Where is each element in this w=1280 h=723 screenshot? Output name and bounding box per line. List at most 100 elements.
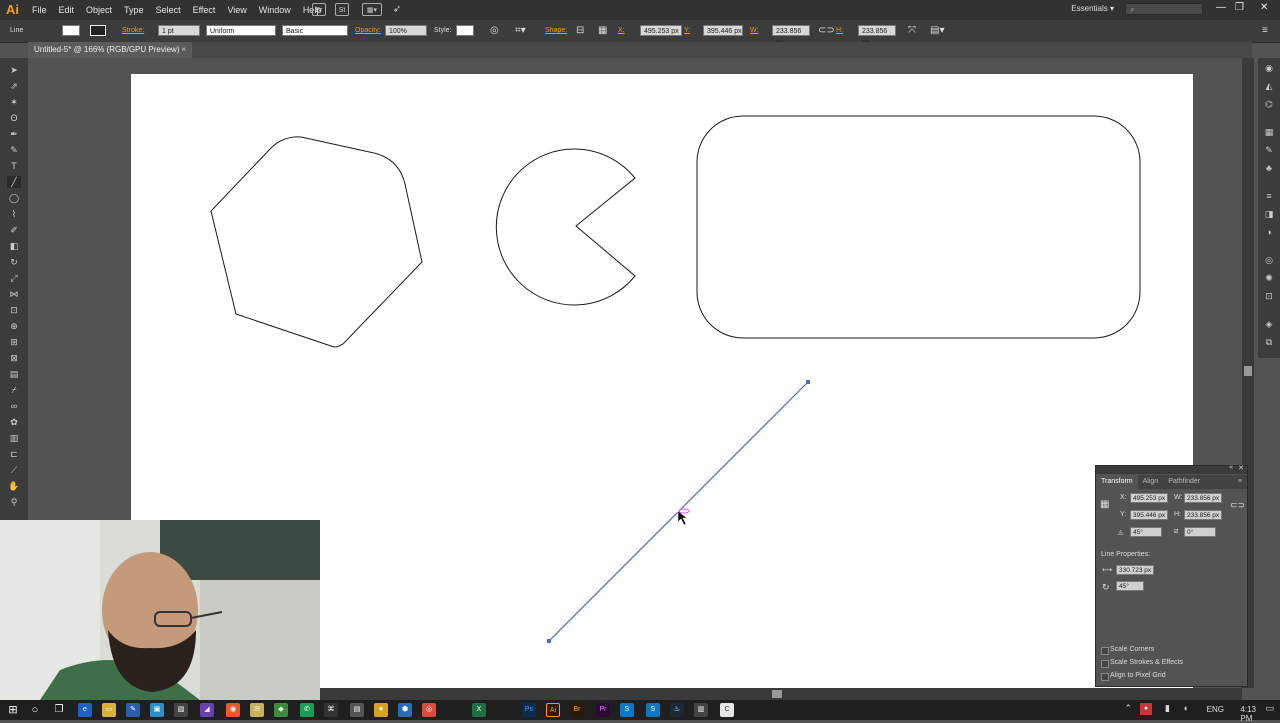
stroke-swatch[interactable]	[90, 25, 106, 36]
app-icon-4[interactable]: ◆	[274, 703, 288, 717]
restore-icon[interactable]: ❐	[1235, 2, 1244, 13]
menu-type[interactable]: Type	[118, 0, 150, 20]
search-input[interactable]: ⌕	[1125, 3, 1203, 15]
close-panel-icon[interactable]: ✕	[1238, 464, 1244, 472]
y-field[interactable]: 395.446 px	[703, 25, 743, 36]
shear-field[interactable]: 0°	[1184, 527, 1216, 537]
isolate-icon[interactable]: ⌗▾	[515, 24, 526, 38]
minimize-icon[interactable]: —	[1216, 2, 1226, 13]
volume-icon[interactable]: ◖	[1183, 703, 1188, 713]
vertical-scroll-thumb[interactable]	[1244, 366, 1252, 376]
direct-selection-tool-icon[interactable]: ⇗	[7, 80, 21, 92]
firefox-icon[interactable]: ◉	[226, 703, 240, 717]
horizontal-scrollbar[interactable]	[320, 688, 1242, 700]
perspective-grid-tool-icon[interactable]: ⊞	[7, 336, 21, 348]
brushes-icon[interactable]: ✎	[1263, 144, 1275, 156]
slice-tool-icon[interactable]: ⟋	[7, 464, 21, 476]
bridge-taskbar-icon[interactable]: Br	[570, 703, 584, 717]
w-field[interactable]: 233.856 px	[772, 25, 810, 46]
curvature-tool-icon[interactable]: ✎	[7, 144, 21, 156]
constrain-link-icon[interactable]: ⊂⊃	[818, 24, 835, 38]
network-icon[interactable]: ▮	[1165, 703, 1170, 714]
reference-point-icon[interactable]: ▦	[1100, 499, 1109, 510]
ellipse-tool-icon[interactable]: ◯	[7, 192, 21, 204]
recolor-artwork-icon[interactable]: ◎	[490, 24, 499, 38]
photoshop-icon[interactable]: Ps	[522, 703, 536, 717]
app-icon-8[interactable]: ⬢	[398, 703, 412, 717]
excel-icon[interactable]: X	[472, 703, 486, 717]
tray-chevron-icon[interactable]: ⌃	[1124, 703, 1132, 714]
lasso-tool-icon[interactable]: ʘ	[7, 112, 21, 124]
document-tab[interactable]: Untitled-5* @ 166% (RGB/GPU Preview) ×	[28, 42, 192, 58]
control-menu-icon[interactable]: ≡	[1262, 24, 1268, 38]
stroke-label[interactable]: Stroke:	[122, 24, 144, 38]
skype-icon[interactable]: S	[620, 703, 634, 717]
line-segment-tool-icon[interactable]: ╱	[7, 176, 21, 188]
graphic-styles-icon[interactable]: ◎	[1263, 254, 1275, 266]
premiere-icon[interactable]: Pr	[596, 703, 610, 717]
store-icon[interactable]: ▣	[150, 703, 164, 717]
app-icon-7[interactable]: ★	[374, 703, 388, 717]
menu-select[interactable]: Select	[150, 0, 187, 20]
eraser-tool-icon[interactable]: ◧	[7, 240, 21, 252]
stroke-weight-field[interactable]: 1 pt	[158, 25, 200, 36]
panel-header[interactable]: « ✕	[1096, 464, 1247, 474]
layers-icon[interactable]: ◈	[1263, 318, 1275, 330]
bridge-icon[interactable]: Br	[312, 3, 326, 16]
symbol-sprayer-tool-icon[interactable]: ✿	[7, 416, 21, 428]
stock-icon[interactable]: St	[335, 3, 349, 16]
close-icon[interactable]: ✕	[1260, 2, 1268, 13]
app-icon-2[interactable]: ▧	[174, 703, 188, 717]
align-icon[interactable]: ⊟	[576, 24, 584, 38]
menu-object[interactable]: Object	[80, 0, 118, 20]
tab-align[interactable]: Align	[1138, 475, 1164, 489]
scale-tool-icon[interactable]: ⤢	[7, 272, 21, 284]
stroke-panel-icon[interactable]: ≡	[1263, 190, 1275, 202]
skype-business-icon[interactable]: S	[646, 703, 660, 717]
symbols-icon[interactable]: ♣	[1263, 162, 1275, 174]
variable-width-profile[interactable]: Uniform	[206, 25, 276, 36]
menu-view[interactable]: View	[221, 0, 252, 20]
width-tool-icon[interactable]: ⋈	[7, 288, 21, 300]
hand-tool-icon[interactable]: ✋	[7, 480, 21, 492]
h-field[interactable]: 233.856 px	[858, 25, 896, 46]
constrain-proportions-icon[interactable]: ⊂⊃	[1230, 500, 1245, 511]
artboards-panel-icon[interactable]: ⧉	[1263, 336, 1275, 348]
app-icon-9[interactable]: ▥	[694, 703, 708, 717]
scale-corners-checkbox[interactable]	[1101, 647, 1109, 655]
rotate-tool-icon[interactable]: ↻	[7, 256, 21, 268]
app-icon-5[interactable]: ⌘	[324, 703, 338, 717]
artboard-tool-icon[interactable]: ⊏	[7, 448, 21, 460]
panel-menu-icon[interactable]: ≡	[1233, 475, 1247, 489]
magic-wand-tool-icon[interactable]: ✶	[7, 96, 21, 108]
panel-h-field[interactable]: 233.856 px	[1184, 510, 1222, 520]
gpu-rocket-icon[interactable]: ➶	[390, 3, 404, 16]
opacity-field[interactable]: 100%	[385, 25, 427, 36]
gradient-tool-icon[interactable]: ▤	[7, 368, 21, 380]
transform-icon[interactable]: ⤧	[908, 24, 916, 38]
asset-export-icon[interactable]: ⊡	[1263, 290, 1275, 302]
panel-y-field[interactable]: 395.446 px	[1130, 510, 1168, 520]
whatsapp-icon[interactable]: ✆	[300, 703, 314, 717]
rotate-field[interactable]: 45°	[1130, 527, 1162, 537]
paintbrush-tool-icon[interactable]: ⌇	[7, 208, 21, 220]
pen-tool-icon[interactable]: ✒	[7, 128, 21, 140]
tab-transform[interactable]: Transform	[1096, 475, 1138, 489]
graphic-style-swatch[interactable]	[456, 25, 474, 36]
steam-icon[interactable]: ♨	[670, 703, 684, 717]
opacity-label[interactable]: Opacity:	[355, 24, 381, 38]
free-transform-tool-icon[interactable]: ⊡	[7, 304, 21, 316]
eyedropper-tool-icon[interactable]: ⌿	[7, 384, 21, 396]
windows-start-icon[interactable]: ⊞	[6, 703, 20, 717]
menu-file[interactable]: File	[26, 0, 53, 20]
edge-browser-icon[interactable]: e	[78, 703, 92, 717]
align-pixel-grid-checkbox[interactable]	[1101, 673, 1109, 681]
clock[interactable]: 4:13 PM	[1240, 705, 1256, 723]
gradient-panel-icon[interactable]: ◨	[1263, 208, 1275, 220]
line-angle-field[interactable]: 45°	[1116, 581, 1144, 591]
more-options-icon[interactable]: ▤▾	[930, 24, 944, 38]
transparency-icon[interactable]: ◑	[1263, 226, 1275, 238]
file-explorer-icon[interactable]: ▭	[102, 703, 116, 717]
app-icon-10[interactable]: C	[720, 703, 734, 717]
menu-window[interactable]: Window	[253, 0, 297, 20]
